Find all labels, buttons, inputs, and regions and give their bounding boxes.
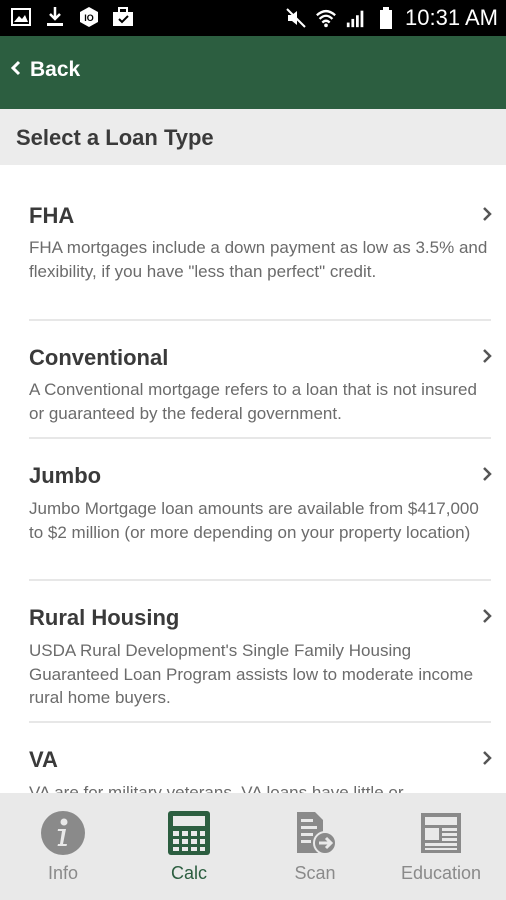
back-button[interactable]: Back xyxy=(10,58,80,82)
svg-text:IO: IO xyxy=(84,13,94,23)
loan-title: Conventional xyxy=(29,345,169,370)
loan-item-conventional[interactable]: Conventional A Conventional mortgage ref… xyxy=(0,321,506,439)
section-title: Select a Loan Type xyxy=(16,125,214,150)
mute-icon xyxy=(285,7,307,29)
image-icon xyxy=(10,6,32,28)
loan-type-list: FHA FHA mortgages include a down payment… xyxy=(0,165,506,793)
loan-title: Rural Housing xyxy=(29,605,180,630)
tab-label: Info xyxy=(47,863,79,883)
signal-icon xyxy=(345,7,367,29)
loan-item-jumbo[interactable]: Jumbo Jumbo Mortgage loan amounts are av… xyxy=(0,439,506,581)
status-time: 10:31 AM xyxy=(405,5,498,30)
status-bar: IO 10:31 AM xyxy=(0,0,506,36)
loan-description: USDA Rural Development's Single Family H… xyxy=(29,641,474,707)
loan-title: Jumbo xyxy=(29,463,102,488)
bottom-tab-bar: Info Calc Scan Education xyxy=(0,793,506,900)
tab-calc[interactable]: Calc xyxy=(126,793,252,900)
tab-scan[interactable]: Scan xyxy=(252,793,378,900)
tab-info[interactable]: Info xyxy=(0,793,126,900)
battery-icon xyxy=(375,7,397,29)
loan-description: A Conventional mortgage refers to a loan… xyxy=(29,380,477,423)
loan-description: FHA mortgages include a down payment as … xyxy=(29,238,488,281)
chevron-right-icon xyxy=(483,207,492,221)
scan-document-icon xyxy=(297,812,337,855)
briefcase-icon xyxy=(112,6,134,28)
loan-title: FHA xyxy=(29,203,75,228)
chevron-right-icon xyxy=(483,467,492,481)
section-header: Select a Loan Type xyxy=(0,109,506,165)
calculator-icon xyxy=(168,811,210,855)
loan-description: Jumbo Mortgage loan amounts are availabl… xyxy=(29,499,479,542)
tab-label: Calc xyxy=(170,863,207,883)
tab-label: Scan xyxy=(294,863,336,883)
download-icon xyxy=(44,6,66,28)
app-icon: IO xyxy=(78,6,100,28)
chevron-right-icon xyxy=(483,349,492,363)
app-bar: Back xyxy=(0,36,506,109)
loan-item-va[interactable]: VA VA are for military veterans. VA loan… xyxy=(0,723,506,793)
loan-description: VA are for military veterans. VA loans h… xyxy=(29,783,404,793)
chevron-right-icon xyxy=(483,751,492,765)
info-icon xyxy=(41,811,85,855)
chevron-right-icon xyxy=(483,609,492,623)
loan-item-fha[interactable]: FHA FHA mortgages include a down payment… xyxy=(0,165,506,321)
chevron-left-icon xyxy=(10,58,22,82)
wifi-icon xyxy=(315,7,337,29)
loan-item-rural-housing[interactable]: Rural Housing USDA Rural Development's S… xyxy=(0,581,506,723)
newspaper-icon xyxy=(421,813,461,853)
back-label: Back xyxy=(30,58,81,81)
tab-education[interactable]: Education xyxy=(378,793,506,900)
loan-title: VA xyxy=(29,747,58,772)
tab-label: Education xyxy=(400,863,482,883)
